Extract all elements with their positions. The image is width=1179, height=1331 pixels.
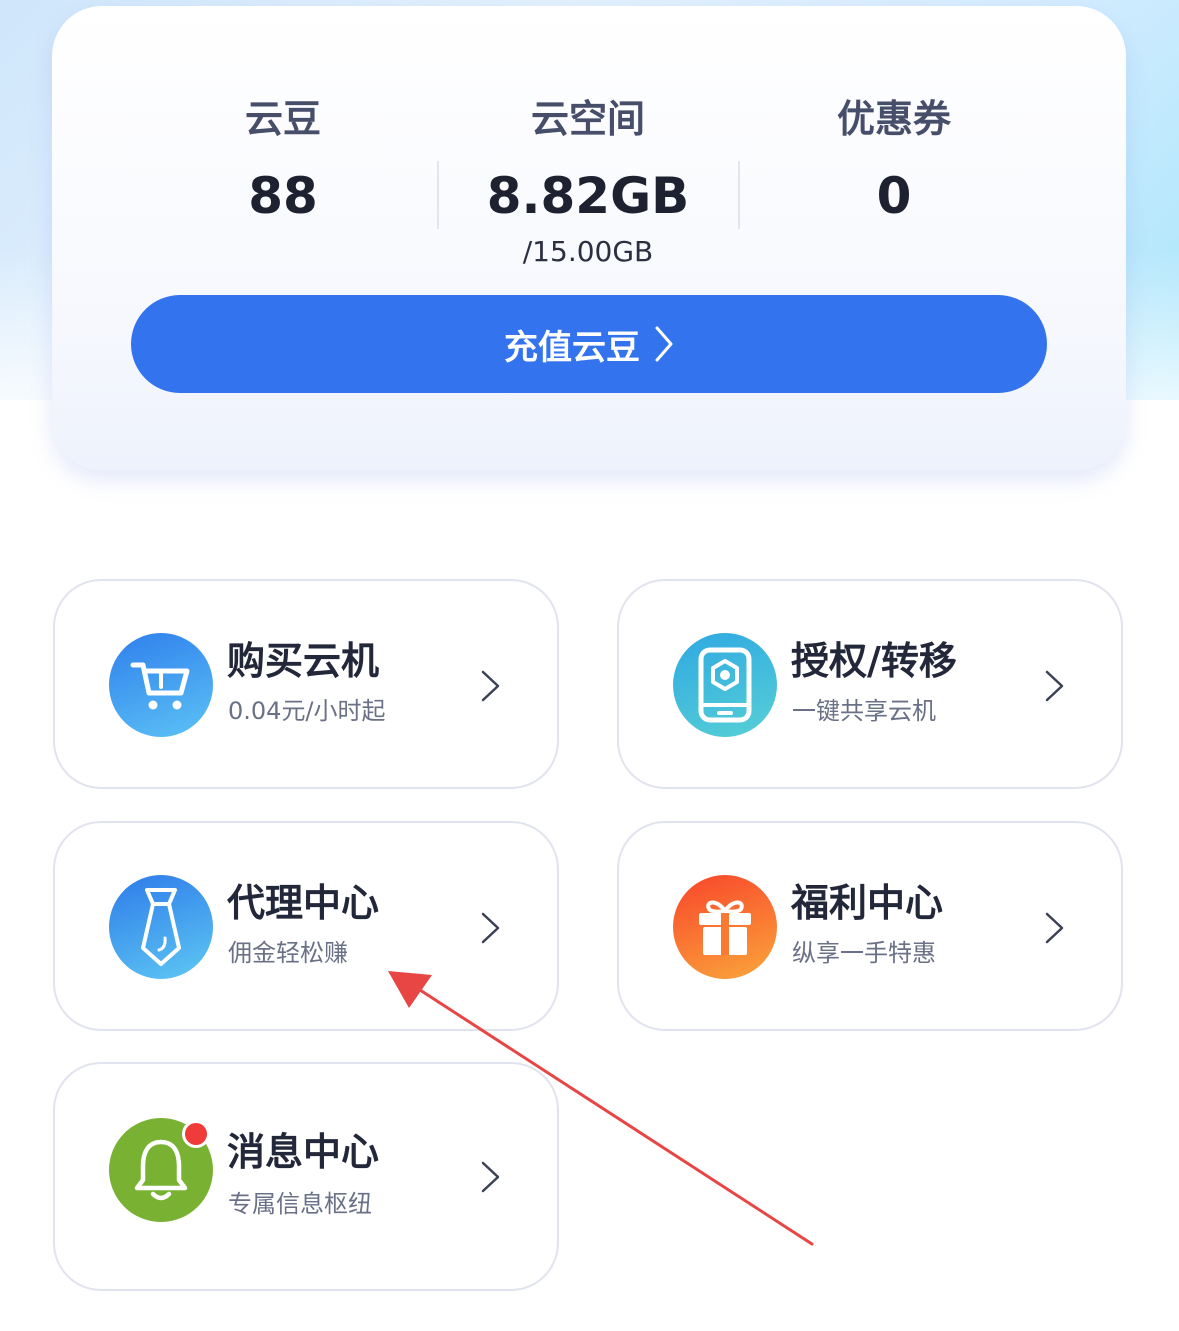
tile-subtitle: 佣金轻松赚 <box>228 939 348 967</box>
phone-device-icon <box>673 633 777 737</box>
tile-title: 代理中心 <box>227 881 380 925</box>
space-label: 云空间 <box>530 97 645 141</box>
tile-subtitle: 一键共享云机 <box>792 697 936 725</box>
gift-icon <box>673 875 777 979</box>
buy-cloud-phone-tile[interactable]: 购买云机 0.04元/小时起 <box>53 579 559 789</box>
authorize-transfer-tile[interactable]: 授权/转移 一键共享云机 <box>617 579 1123 789</box>
shopping-cart-icon <box>109 633 213 737</box>
chevron-right-icon <box>481 670 500 702</box>
tile-title: 消息中心 <box>227 1130 380 1174</box>
space-value: 8.82GB <box>486 167 690 225</box>
space-total: /15.00GB <box>522 235 654 268</box>
tile-subtitle: 纵享一手特惠 <box>792 939 936 967</box>
balance-card: 云豆 88 云空间 8.82GB /15.00GB 优惠券 0 充值云豆 <box>52 6 1126 470</box>
agent-center-tile[interactable]: 代理中心 佣金轻松赚 <box>53 821 559 1031</box>
chevron-right-icon <box>1045 912 1064 944</box>
tile-title: 购买云机 <box>227 639 380 683</box>
beans-label: 云豆 <box>244 97 321 141</box>
tile-title: 授权/转移 <box>791 639 957 683</box>
coupons-value: 0 <box>876 167 912 225</box>
recharge-button-label: 充值云豆 <box>504 327 640 368</box>
unread-badge <box>182 1120 210 1148</box>
message-center-tile[interactable]: 消息中心 专属信息枢纽 <box>53 1062 559 1291</box>
chevron-right-icon <box>655 326 673 362</box>
tile-subtitle: 专属信息枢纽 <box>228 1190 372 1218</box>
necktie-icon <box>109 875 213 979</box>
beans-value: 88 <box>248 167 318 225</box>
chevron-right-icon <box>481 1161 500 1193</box>
recharge-beans-button[interactable]: 充值云豆 <box>131 295 1047 393</box>
coupons-label: 优惠券 <box>836 97 951 141</box>
chevron-right-icon <box>1045 670 1064 702</box>
welfare-center-tile[interactable]: 福利中心 纵享一手特惠 <box>617 821 1123 1031</box>
tile-subtitle: 0.04元/小时起 <box>228 697 386 725</box>
tile-title: 福利中心 <box>791 881 944 925</box>
chevron-right-icon <box>481 912 500 944</box>
